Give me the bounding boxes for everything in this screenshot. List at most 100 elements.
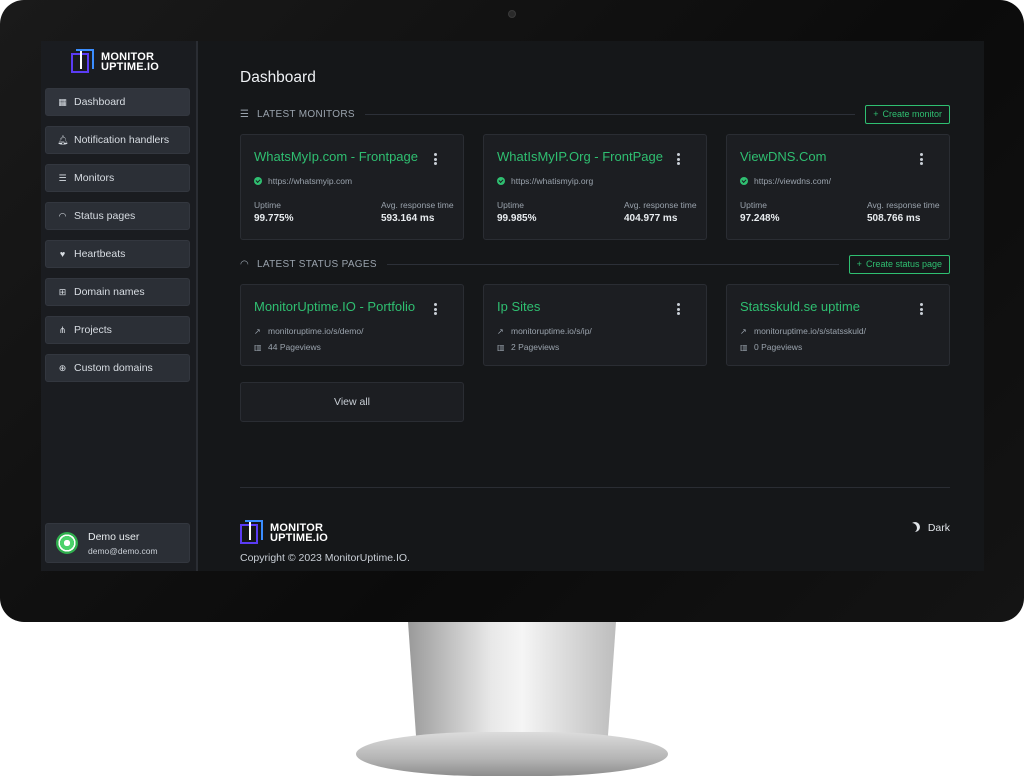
status-page-card[interactable]: Statsskuld.se uptime ↗ monitoruptime.io/… (726, 284, 950, 366)
status-page-name[interactable]: Ip Sites (497, 299, 667, 314)
status-ok-icon (740, 177, 748, 185)
uptime-label: Uptime (740, 200, 767, 210)
sidebar-item-projects[interactable]: ⋔ Projects (45, 316, 190, 344)
theme-label: Dark (927, 522, 950, 534)
sidebar-item-status-pages[interactable]: ◠ Status pages (45, 202, 190, 230)
grid-icon: ▦ (58, 96, 67, 107)
project-diagram-icon: ⋔ (58, 324, 67, 335)
kebab-menu-icon[interactable] (677, 303, 680, 315)
plus-icon: + (856, 259, 862, 269)
status-page-card[interactable]: Ip Sites ↗ monitoruptime.io/s/ip/ ▥ 2 Pa… (483, 284, 707, 366)
kebab-menu-icon[interactable] (920, 303, 923, 315)
create-monitor-button[interactable]: + Create monitor (865, 104, 950, 124)
section-title: LATEST MONITORS (257, 108, 355, 120)
sidebar: MONITOR UPTIME.IO ▦ Dashboard 🔔︎ Notific… (41, 41, 198, 571)
uptime-label: Uptime (254, 200, 281, 210)
response-value: 508.766 ms (867, 213, 921, 224)
list-icon: ☰ (58, 172, 67, 183)
kebab-menu-icon[interactable] (920, 153, 923, 165)
user-email: demo@demo.com (88, 545, 158, 556)
globe-icon: ⊕ (58, 362, 67, 373)
theme-toggle[interactable]: Dark (910, 522, 950, 534)
latest-monitors-header: ☰ LATEST MONITORS + Create monitor (240, 104, 950, 124)
latest-status-pages-header: ◠ LATEST STATUS PAGES + Create status pa… (240, 254, 950, 274)
status-page-name[interactable]: MonitorUptime.IO - Portfolio (254, 299, 424, 314)
plus-icon: + (873, 109, 879, 119)
sidebar-item-heartbeats[interactable]: ♥ Heartbeats (45, 240, 190, 268)
monitor-card[interactable]: WhatIsMyIP.Org - FrontPage https://whati… (483, 134, 707, 240)
monitor-card[interactable]: WhatsMyIp.com - Frontpage https://whatsm… (240, 134, 464, 240)
footer-divider (240, 487, 950, 488)
monitor-card[interactable]: ViewDNS.Com https://viewdns.com/ Uptime … (726, 134, 950, 240)
kebab-menu-icon[interactable] (434, 303, 437, 315)
chart-icon: ▥ (497, 342, 505, 352)
kebab-menu-icon[interactable] (434, 153, 437, 165)
pageviews: 0 Pageviews (754, 342, 803, 352)
sidebar-item-label: Dashboard (74, 96, 126, 108)
sidebar-item-label: Monitors (74, 172, 115, 184)
sidebar-nav: ▦ Dashboard 🔔︎ Notification handlers ☰ M… (45, 88, 190, 392)
response-label: Avg. response time (867, 200, 940, 210)
sidebar-item-domain-names[interactable]: ⊞ Domain names (45, 278, 190, 306)
response-label: Avg. response time (624, 200, 697, 210)
view-all-button[interactable]: View all (240, 382, 464, 422)
status-page-url: monitoruptime.io/s/statsskuld/ (754, 326, 866, 336)
response-value: 404.977 ms (624, 213, 678, 224)
status-page-url: monitoruptime.io/s/demo/ (268, 326, 364, 336)
kebab-menu-icon[interactable] (677, 153, 680, 165)
external-link-icon: ↗ (254, 326, 261, 336)
monitor-stand-neck (408, 622, 616, 740)
monitor-stand-base (356, 732, 668, 776)
camera-dot (508, 10, 516, 18)
wifi-icon: ◠ (58, 210, 67, 221)
app-logo[interactable]: MONITOR UPTIME.IO (71, 49, 159, 75)
sidebar-item-custom-domains[interactable]: ⊕ Custom domains (45, 354, 190, 382)
sidebar-item-notification-handlers[interactable]: 🔔︎ Notification handlers (45, 126, 190, 154)
sidebar-item-label: Domain names (74, 286, 145, 298)
logo-line-2: UPTIME.IO (101, 61, 160, 73)
sidebar-item-monitors[interactable]: ☰ Monitors (45, 164, 190, 192)
sidebar-item-label: Custom domains (74, 362, 153, 374)
bell-icon: 🔔︎ (57, 134, 69, 145)
sidebar-item-label: Heartbeats (74, 248, 126, 260)
status-ok-icon (254, 177, 262, 185)
copyright-text: Copyright © 2023 MonitorUptime.IO. (240, 552, 410, 564)
avatar (56, 532, 78, 554)
uptime-label: Uptime (497, 200, 524, 210)
logo-mark-icon (240, 520, 266, 546)
uptime-value: 97.248% (740, 213, 780, 224)
moon-icon (907, 523, 917, 533)
heart-pulse-icon: ♥ (59, 248, 66, 259)
status-page-name[interactable]: Statsskuld.se uptime (740, 299, 910, 314)
status-ok-icon (497, 177, 505, 185)
sidebar-item-label: Status pages (74, 210, 136, 222)
status-page-url: monitoruptime.io/s/ip/ (511, 326, 592, 336)
monitor-frame: MONITOR UPTIME.IO ▦ Dashboard 🔔︎ Notific… (0, 0, 1024, 622)
pageviews: 2 Pageviews (511, 342, 560, 352)
sidebar-item-dashboard[interactable]: ▦ Dashboard (45, 88, 190, 116)
divider (364, 113, 856, 115)
list-icon: ☰ (240, 108, 249, 120)
uptime-value: 99.985% (497, 213, 537, 224)
monitor-name[interactable]: WhatIsMyIP.Org - FrontPage (497, 149, 667, 164)
monitor-url: https://whatsmyip.com (268, 176, 353, 186)
monitor-name[interactable]: WhatsMyIp.com - Frontpage (254, 149, 424, 164)
response-label: Avg. response time (381, 200, 454, 210)
footer-logo[interactable]: MONITOR UPTIME.IO (240, 520, 328, 546)
section-title: LATEST STATUS PAGES (257, 258, 377, 270)
external-link-icon: ↗ (497, 326, 504, 336)
create-status-page-button[interactable]: + Create status page (848, 254, 950, 274)
user-card[interactable]: Demo user demo@demo.com (45, 523, 190, 563)
status-page-card[interactable]: MonitorUptime.IO - Portfolio ↗ monitorup… (240, 284, 464, 366)
monitor-name[interactable]: ViewDNS.Com (740, 149, 910, 164)
app-screen: MONITOR UPTIME.IO ▦ Dashboard 🔔︎ Notific… (41, 41, 984, 571)
monitor-url: https://whatismyip.org (511, 176, 594, 186)
page-title: Dashboard (240, 69, 316, 86)
chart-icon: ▥ (254, 342, 262, 352)
sidebar-item-label: Projects (74, 324, 112, 336)
divider (386, 263, 839, 265)
uptime-value: 99.775% (254, 213, 294, 224)
response-value: 593.164 ms (381, 213, 435, 224)
main-content: Dashboard ☰ LATEST MONITORS + Create mon… (240, 41, 984, 571)
user-name: Demo user (88, 530, 140, 543)
